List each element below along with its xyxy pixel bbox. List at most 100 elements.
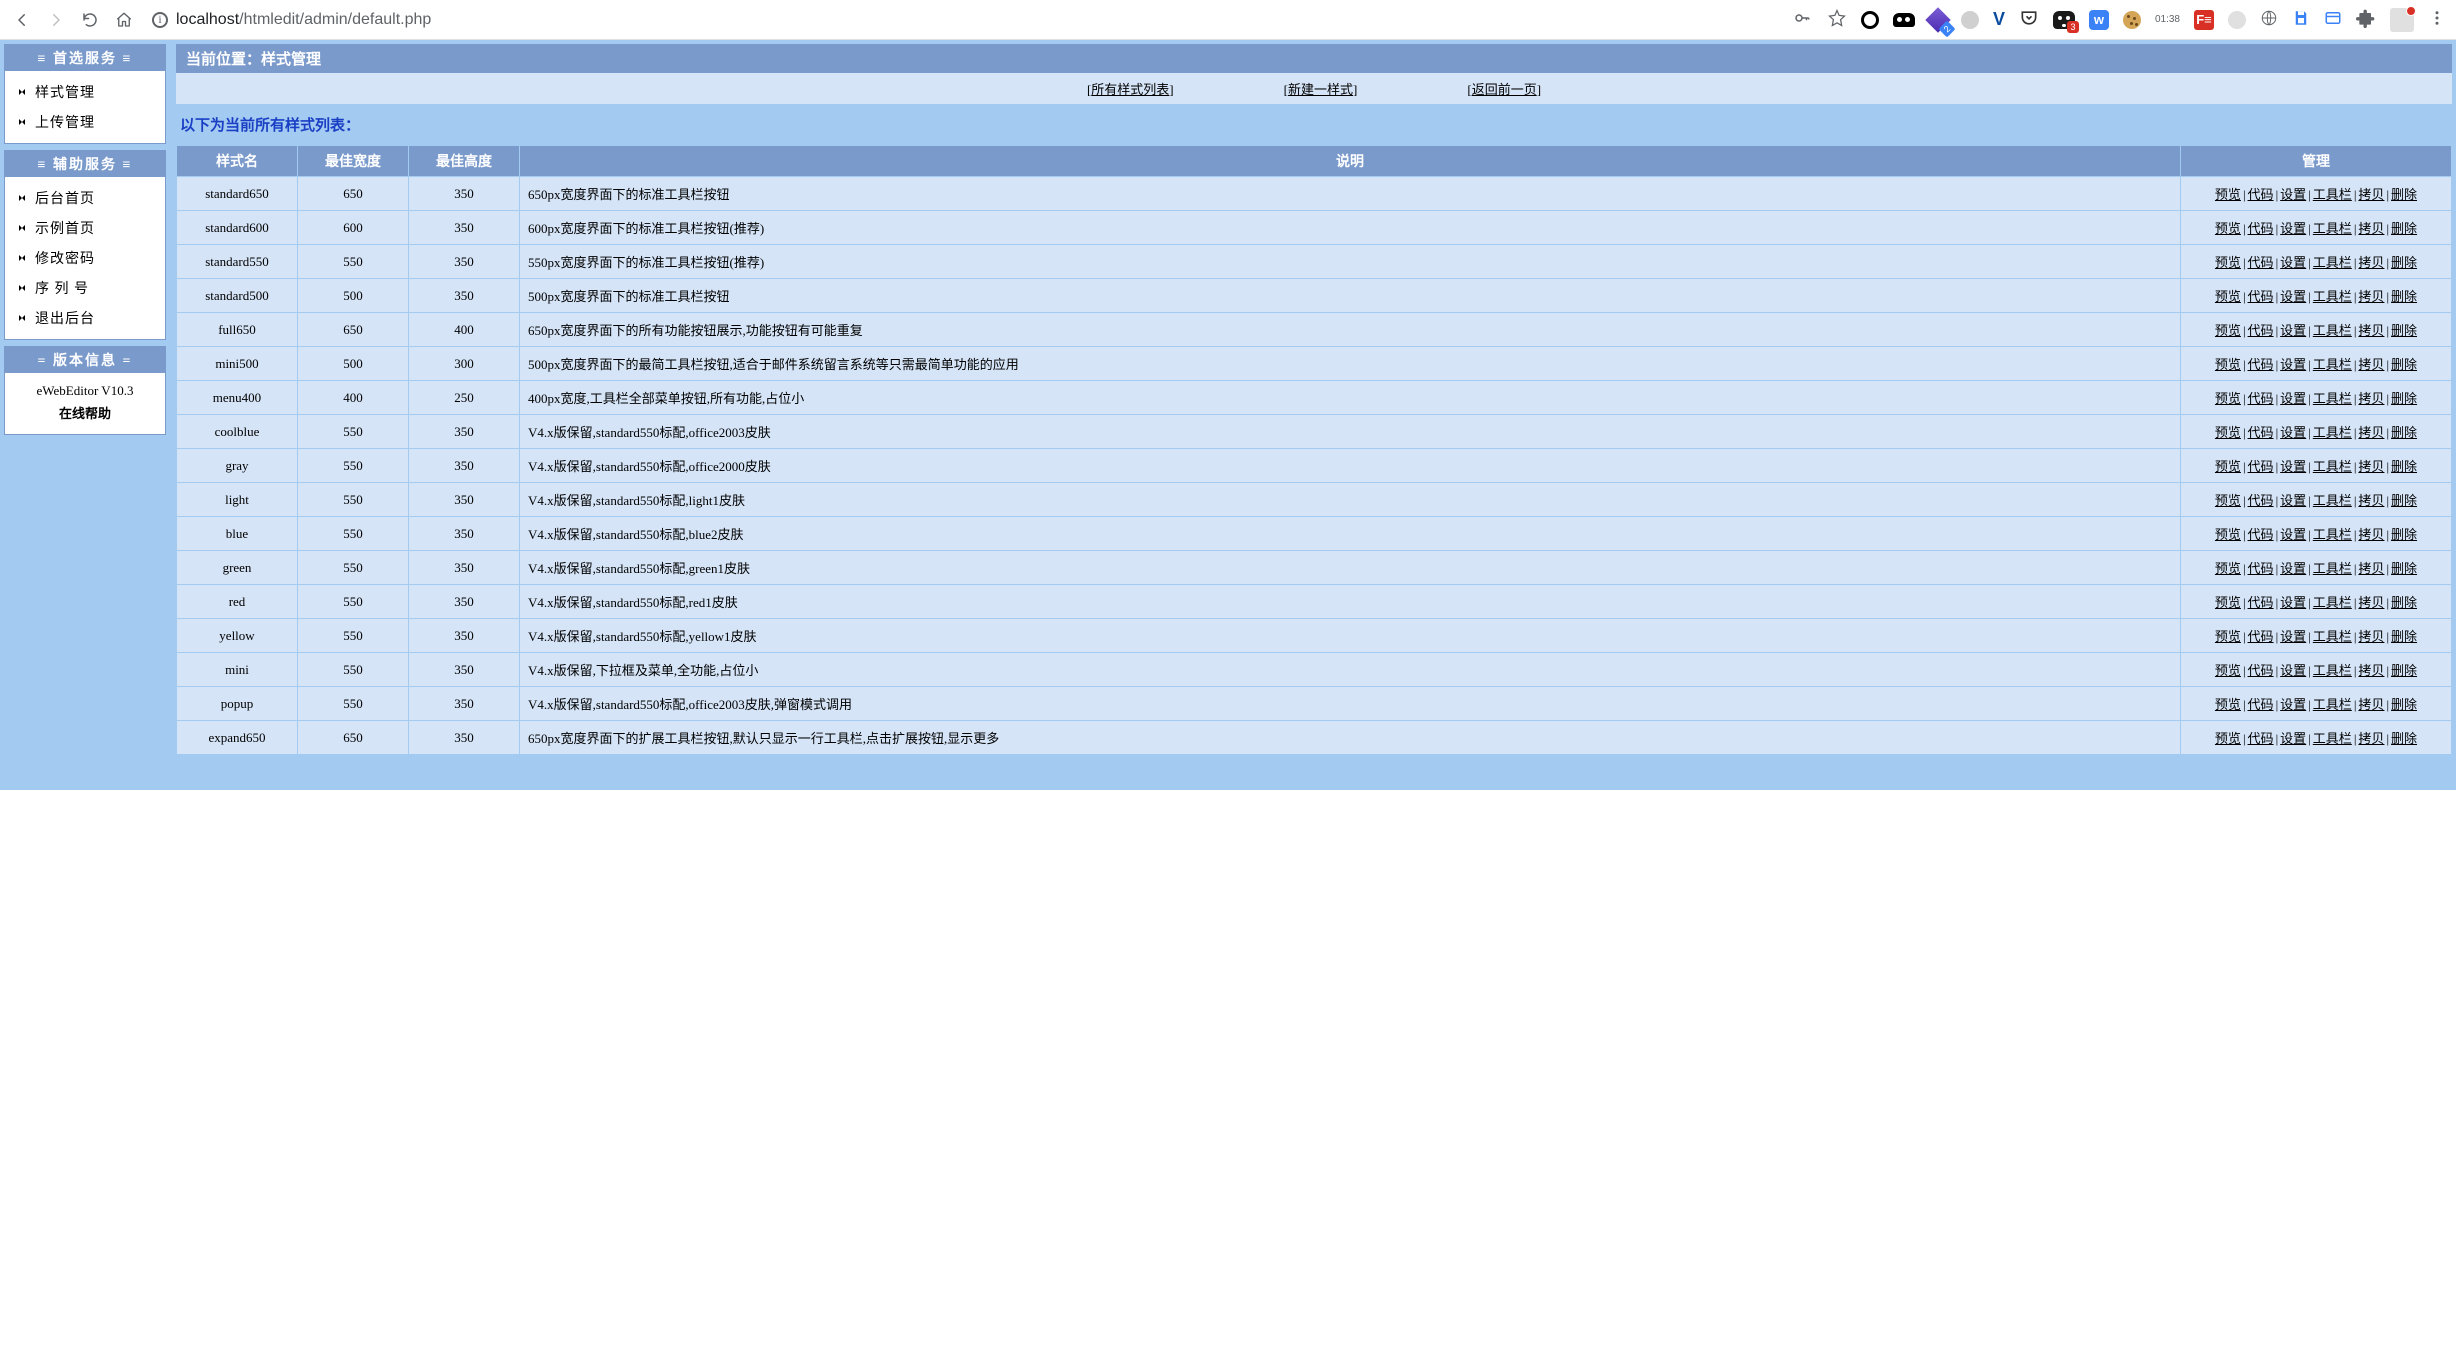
code-link[interactable]: 代码: [2248, 663, 2274, 678]
code-link[interactable]: 代码: [2248, 289, 2274, 304]
ext-v-icon[interactable]: V: [1993, 9, 2005, 30]
ext-incognito-icon[interactable]: [1893, 13, 1915, 27]
delete-link[interactable]: 删除: [2391, 255, 2417, 270]
profile-avatar-icon[interactable]: [2390, 8, 2414, 32]
browser-menu-icon[interactable]: [2428, 9, 2446, 31]
settings-link[interactable]: 设置: [2280, 391, 2306, 406]
nav-back-button[interactable]: [10, 8, 34, 32]
ext-save-icon[interactable]: [2292, 9, 2310, 31]
toolbar-link[interactable]: 工具栏: [2313, 255, 2352, 270]
delete-link[interactable]: 删除: [2391, 697, 2417, 712]
copy-link[interactable]: 拷贝: [2358, 357, 2384, 372]
preview-link[interactable]: 预览: [2215, 255, 2241, 270]
toolbar-link[interactable]: 工具栏: [2313, 663, 2352, 678]
copy-link[interactable]: 拷贝: [2358, 289, 2384, 304]
settings-link[interactable]: 设置: [2280, 255, 2306, 270]
preview-link[interactable]: 预览: [2215, 221, 2241, 236]
settings-link[interactable]: 设置: [2280, 527, 2306, 542]
copy-link[interactable]: 拷贝: [2358, 493, 2384, 508]
sidebar-item-admin-home[interactable]: 后台首页: [5, 183, 165, 213]
code-link[interactable]: 代码: [2248, 697, 2274, 712]
preview-link[interactable]: 预览: [2215, 629, 2241, 644]
password-key-icon[interactable]: [1791, 9, 1813, 31]
delete-link[interactable]: 删除: [2391, 731, 2417, 746]
preview-link[interactable]: 预览: [2215, 561, 2241, 576]
settings-link[interactable]: 设置: [2280, 629, 2306, 644]
preview-link[interactable]: 预览: [2215, 187, 2241, 202]
copy-link[interactable]: 拷贝: [2358, 561, 2384, 576]
toolbar-link[interactable]: 工具栏: [2313, 221, 2352, 236]
toolbar-link[interactable]: 工具栏: [2313, 697, 2352, 712]
code-link[interactable]: 代码: [2248, 731, 2274, 746]
toolbar-link[interactable]: 工具栏: [2313, 595, 2352, 610]
sidebar-item-upload-manage[interactable]: 上传管理: [5, 107, 165, 137]
delete-link[interactable]: 删除: [2391, 391, 2417, 406]
code-link[interactable]: 代码: [2248, 357, 2274, 372]
ext-earth-icon[interactable]: [2260, 9, 2278, 31]
ext-fe-icon[interactable]: F≡: [2194, 10, 2214, 30]
code-link[interactable]: 代码: [2248, 595, 2274, 610]
delete-link[interactable]: 删除: [2391, 221, 2417, 236]
copy-link[interactable]: 拷贝: [2358, 595, 2384, 610]
toolbar-link[interactable]: 工具栏: [2313, 459, 2352, 474]
site-info-icon[interactable]: i: [152, 12, 168, 28]
delete-link[interactable]: 删除: [2391, 425, 2417, 440]
toolbar-link[interactable]: 工具栏: [2313, 391, 2352, 406]
preview-link[interactable]: 预览: [2215, 731, 2241, 746]
copy-link[interactable]: 拷贝: [2358, 663, 2384, 678]
ext-panel-icon[interactable]: [2324, 9, 2342, 31]
delete-link[interactable]: 删除: [2391, 289, 2417, 304]
nav-home-button[interactable]: [112, 8, 136, 32]
sidebar-item-change-pw[interactable]: 修改密码: [5, 243, 165, 273]
sidebar-item-logout[interactable]: 退出后台: [5, 303, 165, 333]
ext-diamond-icon[interactable]: 2: [1929, 11, 1947, 29]
toolbar-link[interactable]: 工具栏: [2313, 357, 2352, 372]
ext-time-icon[interactable]: 01:38: [2155, 15, 2180, 25]
settings-link[interactable]: 设置: [2280, 357, 2306, 372]
toolbar-link[interactable]: 工具栏: [2313, 323, 2352, 338]
code-link[interactable]: 代码: [2248, 255, 2274, 270]
ext-pocket-icon[interactable]: [2019, 8, 2039, 32]
delete-link[interactable]: 删除: [2391, 493, 2417, 508]
preview-link[interactable]: 预览: [2215, 459, 2241, 474]
preview-link[interactable]: 预览: [2215, 391, 2241, 406]
settings-link[interactable]: 设置: [2280, 697, 2306, 712]
copy-link[interactable]: 拷贝: [2358, 697, 2384, 712]
copy-link[interactable]: 拷贝: [2358, 391, 2384, 406]
toolbar-link[interactable]: 工具栏: [2313, 289, 2352, 304]
settings-link[interactable]: 设置: [2280, 289, 2306, 304]
address-bar[interactable]: i localhost/htmledit/admin/default.php: [152, 11, 431, 29]
extensions-icon[interactable]: [2356, 8, 2376, 32]
settings-link[interactable]: 设置: [2280, 561, 2306, 576]
settings-link[interactable]: 设置: [2280, 221, 2306, 236]
copy-link[interactable]: 拷贝: [2358, 629, 2384, 644]
code-link[interactable]: 代码: [2248, 493, 2274, 508]
copy-link[interactable]: 拷贝: [2358, 459, 2384, 474]
settings-link[interactable]: 设置: [2280, 731, 2306, 746]
code-link[interactable]: 代码: [2248, 527, 2274, 542]
copy-link[interactable]: 拷贝: [2358, 425, 2384, 440]
ext-w-icon[interactable]: w: [2089, 10, 2109, 30]
sidebar-item-style-manage[interactable]: 样式管理: [5, 77, 165, 107]
nav-reload-button[interactable]: [78, 8, 102, 32]
code-link[interactable]: 代码: [2248, 323, 2274, 338]
toolbar-link[interactable]: 工具栏: [2313, 187, 2352, 202]
code-link[interactable]: 代码: [2248, 459, 2274, 474]
sidebar-item-demo-home[interactable]: 示例首页: [5, 213, 165, 243]
ext-gray-icon[interactable]: [2228, 11, 2246, 29]
settings-link[interactable]: 设置: [2280, 493, 2306, 508]
preview-link[interactable]: 预览: [2215, 595, 2241, 610]
delete-link[interactable]: 删除: [2391, 561, 2417, 576]
code-link[interactable]: 代码: [2248, 425, 2274, 440]
link-all-styles[interactable]: [所有样式列表]: [1087, 79, 1174, 98]
delete-link[interactable]: 删除: [2391, 357, 2417, 372]
preview-link[interactable]: 预览: [2215, 289, 2241, 304]
delete-link[interactable]: 删除: [2391, 527, 2417, 542]
ext-faded-icon[interactable]: [1961, 11, 1979, 29]
code-link[interactable]: 代码: [2248, 221, 2274, 236]
code-link[interactable]: 代码: [2248, 629, 2274, 644]
copy-link[interactable]: 拷贝: [2358, 255, 2384, 270]
ext-cookie-icon[interactable]: [2123, 11, 2141, 29]
preview-link[interactable]: 预览: [2215, 323, 2241, 338]
preview-link[interactable]: 预览: [2215, 493, 2241, 508]
